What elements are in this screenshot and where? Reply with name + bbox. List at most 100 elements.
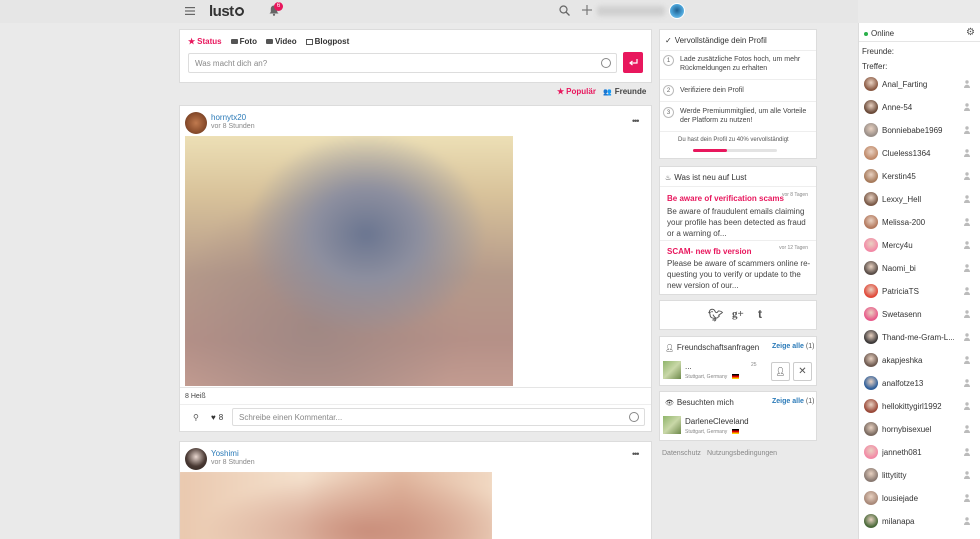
online-user-avatar <box>864 77 878 91</box>
composer-input[interactable]: Was macht dich an? <box>188 53 617 73</box>
terms-link[interactable]: Nutzungsbedingungen <box>707 450 777 457</box>
profile-step-1[interactable]: 1 Lade zusätzliche Fotos hoch, um mehr R… <box>663 55 813 73</box>
post-author-avatar[interactable] <box>185 112 207 134</box>
post-author-name[interactable]: hornytx20 <box>211 113 246 122</box>
post-image[interactable] <box>180 472 492 539</box>
post-author-name[interactable]: Yoshimi <box>211 449 239 458</box>
online-user-item[interactable]: Clueless1364 <box>864 145 976 161</box>
news-item-age: vor 8 Tagen <box>781 192 808 198</box>
pin-icon[interactable]: ⚲ <box>193 413 199 422</box>
profile-step-2[interactable]: 2 Verifiziere dein Profil <box>663 85 813 96</box>
online-user-avatar <box>864 376 878 390</box>
person-icon[interactable] <box>964 448 970 456</box>
accept-request-button[interactable]: 👤︎ <box>771 362 790 381</box>
post-options-icon[interactable]: ••• <box>632 449 640 459</box>
emoji-icon[interactable] <box>629 412 639 422</box>
person-icon[interactable] <box>964 471 970 479</box>
request-user-avatar[interactable] <box>663 361 681 379</box>
tab-video[interactable]: Video <box>265 37 297 46</box>
video-icon <box>265 39 273 44</box>
menu-icon[interactable] <box>185 7 195 15</box>
online-user-item[interactable]: Naomi_bi <box>864 260 976 276</box>
post-time: vor 8 Stunden <box>211 459 255 466</box>
person-icon[interactable] <box>964 241 970 249</box>
person-icon[interactable] <box>964 517 970 525</box>
news-item-text: Please be aware of scammers online re-qu… <box>667 259 811 290</box>
eye-icon: 👁︎ <box>665 399 674 407</box>
online-user-item[interactable]: Mercy4u <box>864 237 976 253</box>
privacy-link[interactable]: Datenschutz <box>662 450 701 457</box>
visitor-avatar[interactable] <box>663 416 681 434</box>
search-icon[interactable] <box>559 5 570 16</box>
online-user-item[interactable]: hornybisexuel <box>864 421 976 437</box>
tab-status[interactable]: ★ Status <box>188 37 222 46</box>
submit-post-button[interactable] <box>623 52 643 73</box>
person-icon[interactable] <box>964 126 970 134</box>
decline-request-button[interactable]: ✕ <box>793 362 812 381</box>
person-icon[interactable] <box>964 149 970 157</box>
online-user-item[interactable]: Swetasenn <box>864 306 976 322</box>
like-button[interactable]: ♥ 8 <box>211 413 223 422</box>
online-user-item[interactable]: Thand-me-Gram-L... <box>864 329 976 345</box>
person-icon[interactable] <box>964 379 970 387</box>
online-user-item[interactable]: analfotze13 <box>864 375 976 391</box>
composer-placeholder: Was macht dich an? <box>195 59 268 68</box>
person-icon[interactable] <box>964 402 970 410</box>
add-icon[interactable] <box>582 5 592 15</box>
person-icon[interactable] <box>964 356 970 364</box>
person-icon[interactable] <box>964 425 970 433</box>
person-icon[interactable] <box>964 264 970 272</box>
person-icon[interactable] <box>964 80 970 88</box>
online-user-item[interactable]: milanapa <box>864 513 976 529</box>
show-all-link[interactable]: Zeige alle (1) <box>772 398 814 405</box>
emoji-icon[interactable] <box>601 58 611 68</box>
online-user-item[interactable]: Melissa-200 <box>864 214 976 230</box>
twitter-icon[interactable]: 🐦︎ <box>708 308 723 322</box>
online-user-item[interactable]: janneth081 <box>864 444 976 460</box>
comment-input[interactable]: Schreibe einen Kommentar... <box>232 408 645 426</box>
show-all-link[interactable]: Zeige alle (1) <box>772 343 814 350</box>
profile-step-3[interactable]: 3 Werde Premiummitglied, um alle Vorteil… <box>663 107 813 125</box>
online-user-item[interactable]: Anal_Farting <box>864 76 976 92</box>
person-icon[interactable] <box>964 494 970 502</box>
person-icon[interactable] <box>964 103 970 111</box>
person-icon[interactable] <box>964 333 970 341</box>
online-user-item[interactable]: lousiejade <box>864 490 976 506</box>
settings-gear-icon[interactable]: ⚙ <box>966 27 975 38</box>
friend-requests-widget: 👤︎ Freundschaftsanfragen Zeige alle (1) ..… <box>659 336 817 386</box>
online-user-name: Anne-54 <box>882 102 913 112</box>
online-user-item[interactable]: Bonniebabe1969 <box>864 122 976 138</box>
google-plus-icon[interactable]: g+ <box>732 308 744 320</box>
tumblr-icon[interactable]: t <box>758 307 762 321</box>
online-user-item[interactable]: Lexxy_Hell <box>864 191 976 207</box>
person-icon[interactable] <box>964 310 970 318</box>
blog-icon <box>305 38 313 45</box>
news-item-title[interactable]: SCAM- new fb version <box>667 247 751 256</box>
feed-filter-popular[interactable]: ★ Populär <box>557 87 596 96</box>
online-user-item[interactable]: Kerstin45 <box>864 168 976 184</box>
news-item-title[interactable]: Be aware of verification scams <box>667 194 784 203</box>
post-divider <box>180 404 651 405</box>
notifications-bell-icon[interactable]: 6 <box>269 2 283 17</box>
visitor-name[interactable]: DarleneCleveland <box>685 417 749 426</box>
feed-filter-friends[interactable]: 👥 Freunde <box>603 87 646 96</box>
person-icon[interactable] <box>964 172 970 180</box>
person-icon[interactable] <box>964 287 970 295</box>
post-author-avatar[interactable] <box>185 448 207 470</box>
person-icon[interactable] <box>964 195 970 203</box>
online-user-item[interactable]: littytitty <box>864 467 976 483</box>
request-user-name[interactable]: ... <box>685 362 692 371</box>
person-icon[interactable] <box>964 218 970 226</box>
username-display[interactable] <box>597 6 665 16</box>
post-options-icon[interactable]: ••• <box>632 116 640 126</box>
avatar[interactable] <box>669 3 685 19</box>
online-user-item[interactable]: Anne-54 <box>864 99 976 115</box>
tab-blogpost[interactable]: Blogpost <box>305 37 349 46</box>
post-image[interactable] <box>185 136 513 386</box>
online-user-item[interactable]: PatriciaTS <box>864 283 976 299</box>
online-user-item[interactable]: akapjeshka <box>864 352 976 368</box>
logo[interactable]: lust <box>209 3 244 20</box>
post-likes-summary: 8 Heiß <box>185 393 206 400</box>
online-user-item[interactable]: hellokittygirl1992 <box>864 398 976 414</box>
tab-foto[interactable]: Foto <box>230 37 257 46</box>
